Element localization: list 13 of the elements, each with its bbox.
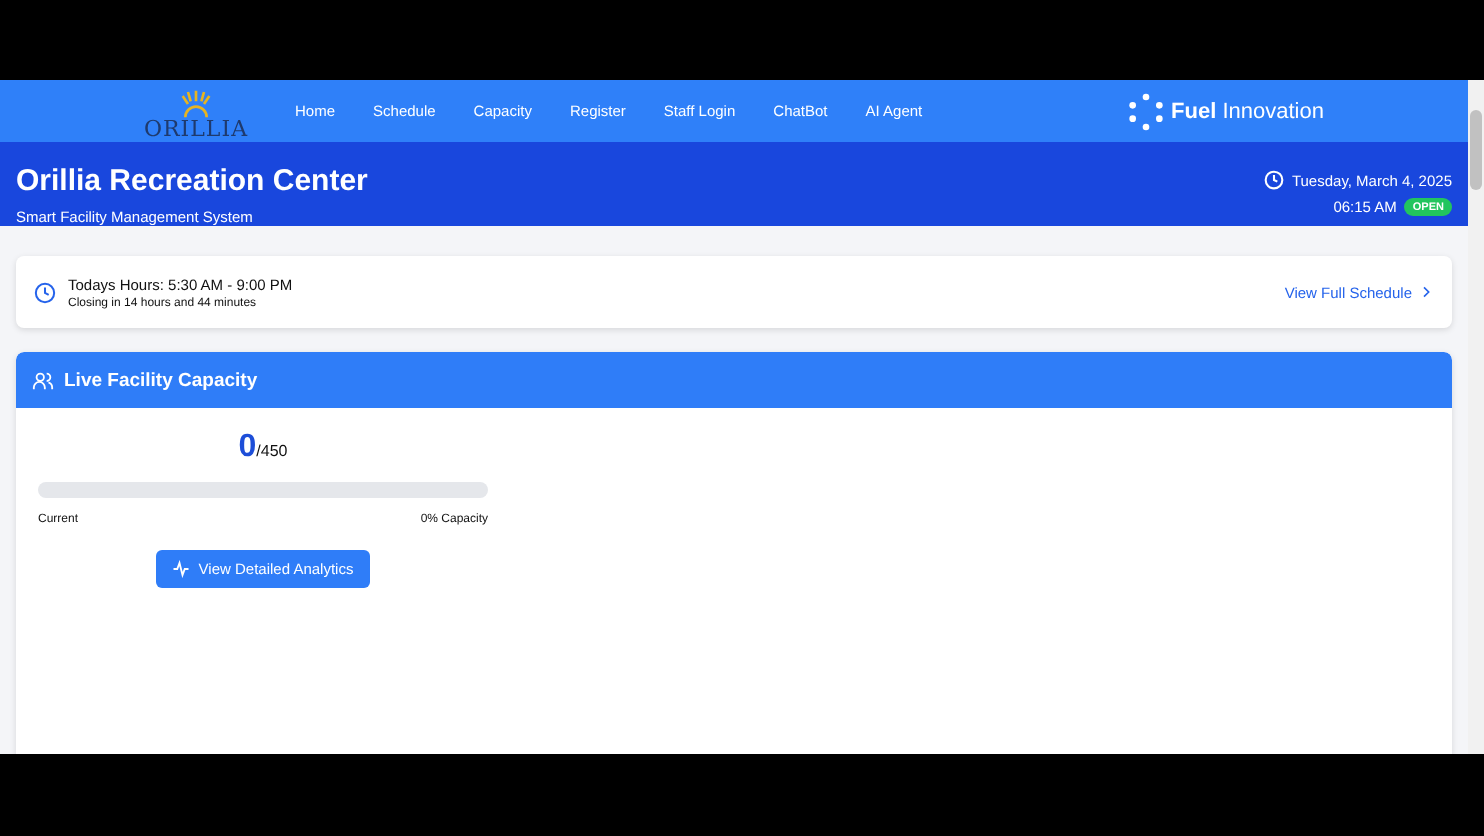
people-icon (32, 369, 54, 391)
clock-icon (34, 281, 56, 303)
capacity-title: Live Facility Capacity (64, 369, 258, 391)
scrollbar[interactable] (1468, 80, 1484, 754)
pulse-icon (172, 560, 191, 578)
logo-text: ORILLIA (143, 116, 249, 142)
max-count: /450 (256, 442, 288, 460)
current-count: 0 (238, 430, 257, 466)
clock-icon (1263, 170, 1284, 190)
burst-icon (1125, 91, 1166, 131)
page-title: Orillia Recreation Center (16, 164, 368, 198)
chevron-icon (1418, 284, 1434, 300)
partner-logo-text: Fuel Innovation (1171, 99, 1324, 123)
